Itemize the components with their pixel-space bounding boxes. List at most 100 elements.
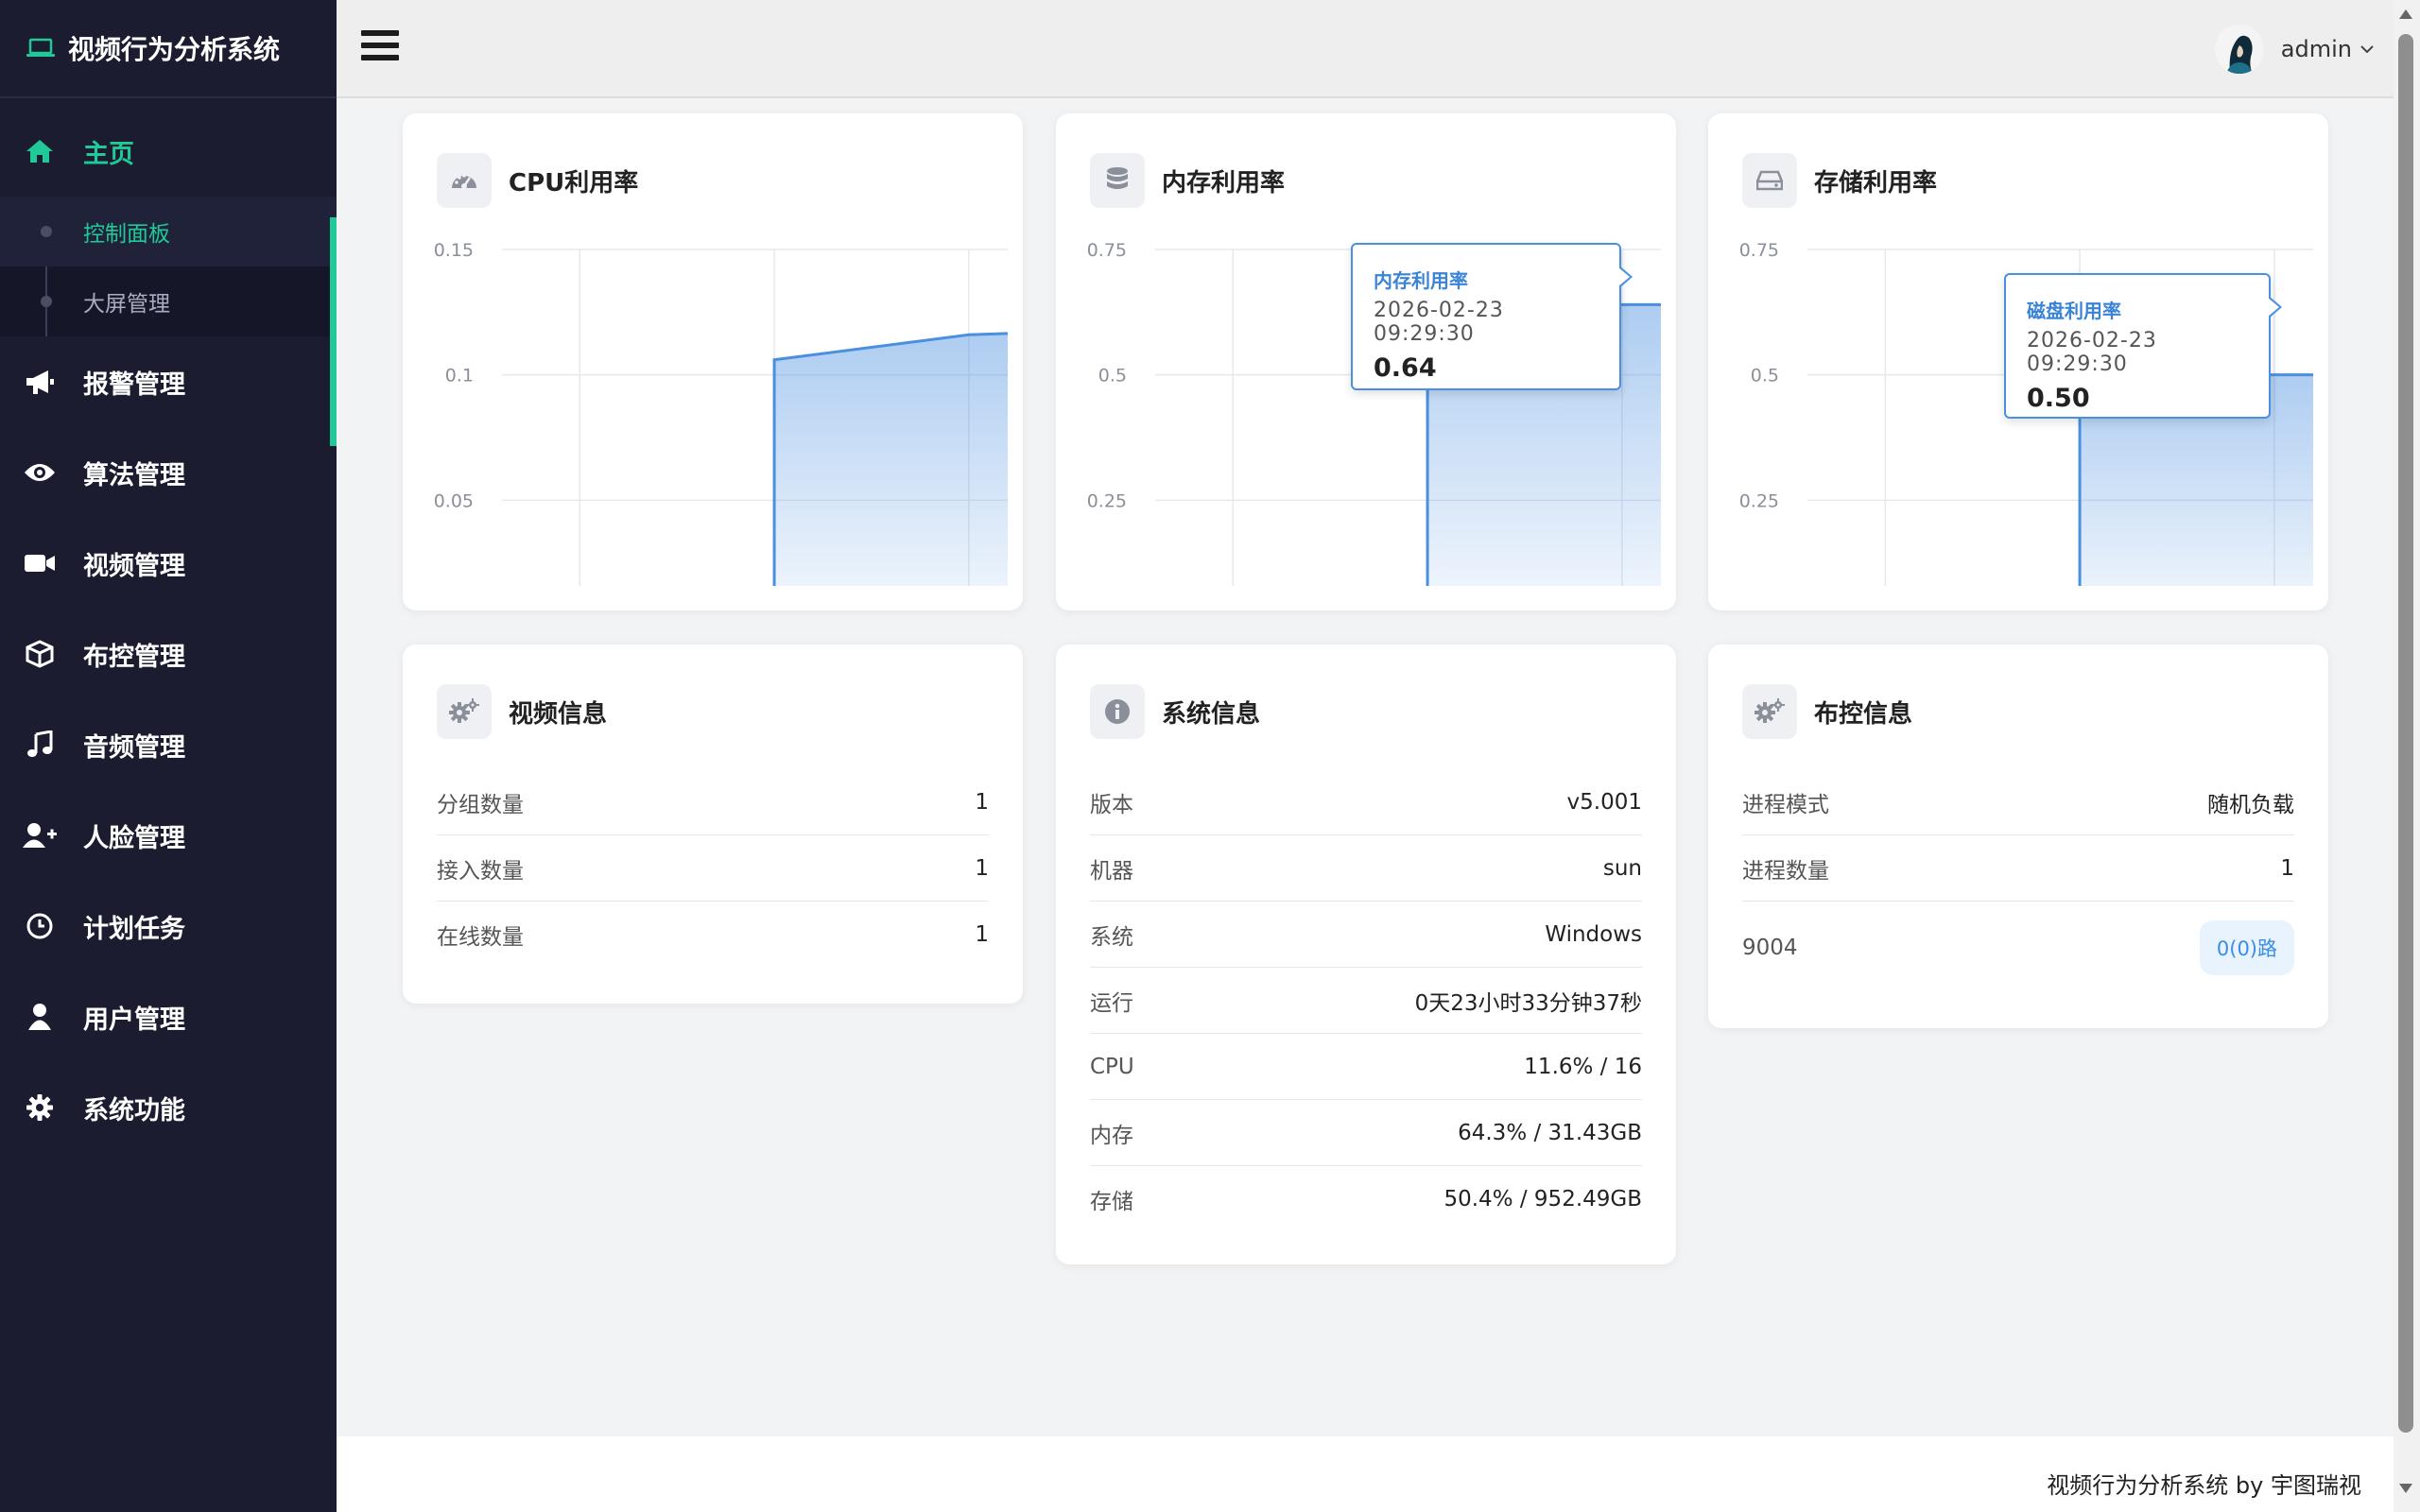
megaphone-icon [23, 365, 57, 399]
sidebar-item-face[interactable]: 人脸管理 [0, 790, 337, 881]
info-key: 接入数量 [437, 858, 524, 884]
tooltip-value: 0.50 [2027, 384, 2090, 413]
info-list: 版本 v5.001 机器 sun 系统 Windows 运行 0天23小时33分钟37秒… [1090, 769, 1642, 1231]
clock-icon [23, 909, 57, 943]
music-note-icon [23, 728, 57, 762]
info-row: 进程模式 随机负载 [1742, 769, 2294, 835]
storage-card: 存储利用率 00.250.50.7509:29:2009:29:2509:29:… [1708, 113, 2328, 610]
sidebar-item-algorithm[interactable]: 算法管理 [0, 427, 337, 518]
sidebar-subitem-bigscreen[interactable]: 大屏管理 [0, 266, 337, 336]
sidebar-item-label: 算法管理 [83, 460, 185, 490]
tooltip-value: 0.64 [1374, 353, 1437, 383]
info-key: 进程模式 [1742, 792, 1829, 817]
scrollbar-thumb[interactable] [2398, 34, 2413, 1433]
sidebar-item-label: 布控管理 [83, 642, 185, 672]
info-row: 9004 0(0)路 [1742, 902, 2294, 994]
info-key: CPU [1090, 1054, 1134, 1079]
cpu-chart: 00.050.10.1509:29:2009:29:2509:29:30 [434, 240, 1008, 586]
video-info-card: 视频信息 分组数量 1 接入数量 1 在线数量 1 [403, 644, 1023, 1004]
chevron-down-icon [2360, 43, 2375, 55]
y-tick-label: 0.5 [1098, 366, 1127, 387]
series-area [774, 333, 1008, 586]
port-badge[interactable]: 0(0)路 [2199, 920, 2294, 975]
info-value: 随机负载 [2207, 792, 2294, 817]
info-row: 运行 0天23小时33分钟37秒 [1090, 968, 1642, 1034]
info-icon [1090, 684, 1145, 739]
sidebar-item-label: 报警管理 [83, 369, 185, 400]
info-row: 进程数量 1 [1742, 835, 2294, 902]
footer-text: 视频行为分析系统 by 宇图瑞视 [2047, 1472, 2361, 1499]
info-row: CPU 11.6% / 16 [1090, 1034, 1642, 1100]
scroll-up-icon[interactable] [2399, 9, 2412, 19]
port-label: 9004 [1742, 936, 1798, 960]
info-key: 系统 [1090, 924, 1133, 950]
submenu: 控制面板 大屏管理 [0, 197, 337, 336]
gear-icon [23, 1091, 57, 1125]
sidebar-item-deploy[interactable]: 布控管理 [0, 609, 337, 699]
card-title: 系统信息 [1162, 699, 1261, 729]
topbar: admin [337, 0, 2394, 98]
y-tick-label: 0.25 [1087, 490, 1127, 511]
video-camera-icon [23, 546, 57, 580]
info-key: 机器 [1090, 858, 1133, 884]
info-value: 1 [2280, 855, 2294, 881]
info-key: 版本 [1090, 792, 1133, 817]
memory-card: 内存利用率 00.250.50.7509:29:2009:29:2509:29:… [1056, 113, 1676, 610]
username: admin [2280, 36, 2352, 62]
sidebar-item-label: 计划任务 [83, 914, 185, 944]
sidebar-item-label: 系统功能 [83, 1095, 185, 1125]
hard-drive-icon [1742, 153, 1797, 208]
cpu-card: CPU利用率 00.050.10.1509:29:2009:29:2509:29… [403, 113, 1023, 610]
info-row: 版本 v5.001 [1090, 769, 1642, 835]
sidebar-item-users[interactable]: 用户管理 [0, 971, 337, 1062]
deploy-info-card: 布控信息 进程模式 随机负载 进程数量 1 9004 0(0)路 [1708, 644, 2328, 1028]
sidebar-item-video[interactable]: 视频管理 [0, 518, 337, 609]
tooltip-time: 2026-02-23 09:29:30 [2027, 329, 2157, 376]
info-list: 分组数量 1 接入数量 1 在线数量 1 [437, 769, 989, 967]
info-row: 分组数量 1 [437, 769, 989, 835]
sidebar-item-label: 音频管理 [83, 732, 185, 763]
gears-icon [1742, 684, 1797, 739]
cube-icon [23, 637, 57, 671]
laptop-icon [26, 38, 55, 59]
sidebar-item-alarm[interactable]: 报警管理 [0, 336, 337, 427]
sidebar-item-label: 视频管理 [83, 551, 185, 581]
active-indicator [330, 217, 337, 446]
info-key: 进程数量 [1742, 858, 1829, 884]
sidebar-item-schedule[interactable]: 计划任务 [0, 881, 337, 971]
menu-toggle-button[interactable] [361, 30, 399, 64]
chart-tooltip: 磁盘利用率 2026-02-23 09:29:30 0.50 [2004, 273, 2282, 419]
info-value: 1 [975, 855, 989, 881]
app-title: 视频行为分析系统 [68, 34, 281, 65]
y-tick-label: 0.15 [434, 240, 474, 261]
sidebar-item-audio[interactable]: 音频管理 [0, 699, 337, 790]
sidebar-subitem-dashboard[interactable]: 控制面板 [0, 197, 337, 266]
brand: 视频行为分析系统 [0, 0, 337, 98]
info-row: 存储 50.4% / 952.49GB [1090, 1166, 1642, 1231]
y-tick-label: 0.5 [1751, 366, 1779, 387]
user-icon [23, 1000, 57, 1034]
sidebar-item-home[interactable]: 主页 [0, 106, 337, 197]
sidebar: 视频行为分析系统 主页 控制面板 大屏管理 报警管理 算法管理 视频管理 布控管… [0, 0, 337, 1512]
sidebar-item-system[interactable]: 系统功能 [0, 1062, 337, 1153]
tooltip-series-name: 内存利用率 [1374, 269, 1468, 292]
info-key: 运行 [1090, 990, 1133, 1016]
tooltip-series-name: 磁盘利用率 [2027, 300, 2121, 322]
dot-icon [41, 296, 52, 307]
y-tick-label: 0.1 [445, 366, 474, 387]
info-value: Windows [1545, 921, 1642, 947]
info-value: 1 [975, 789, 989, 815]
sidebar-item-label: 主页 [83, 139, 134, 169]
system-info-card: 系统信息 版本 v5.001 机器 sun 系统 Windows 运行 0天23小时33… [1056, 644, 1676, 1264]
info-list: 进程模式 随机负载 进程数量 1 9004 0(0)路 [1742, 769, 2294, 994]
gears-icon [437, 684, 492, 739]
scroll-down-icon[interactable] [2399, 1484, 2412, 1493]
sidebar-subitem-label: 控制面板 [83, 222, 170, 247]
info-key: 在线数量 [437, 924, 524, 950]
sidebar-item-label: 人脸管理 [83, 823, 185, 853]
user-menu[interactable]: admin [2214, 25, 2375, 74]
card-title: 布控信息 [1814, 699, 1913, 729]
card-title: 存储利用率 [1814, 168, 1938, 198]
tooltip-time: 2026-02-23 09:29:30 [1374, 299, 1504, 346]
database-icon [1090, 153, 1145, 208]
